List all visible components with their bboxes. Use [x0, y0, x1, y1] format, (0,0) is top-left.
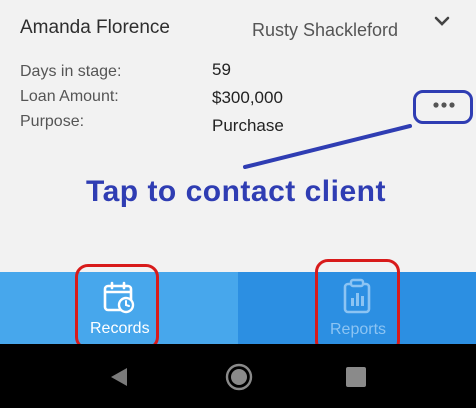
days-in-stage-value: 59 — [212, 60, 231, 79]
home-icon[interactable] — [224, 362, 254, 392]
tap-to-contact-annotation: Tap to contact client — [86, 175, 386, 208]
purpose-label: Purpose: — [20, 113, 85, 130]
more-options-icon[interactable] — [431, 96, 457, 114]
days-in-stage-label: Days in stage: — [20, 63, 122, 80]
pipeline-card[interactable]: Amanda Florence Rusty Shackleford Days i… — [0, 0, 476, 272]
purpose-value: Purchase — [212, 116, 284, 135]
chevron-down-icon[interactable] — [432, 12, 452, 32]
loan-amount-label: Loan Amount: — [20, 88, 119, 105]
reports-highlight — [315, 259, 400, 354]
agent-name: Rusty Shackleford — [252, 20, 399, 40]
client-name: Amanda Florence — [20, 17, 170, 38]
back-icon[interactable] — [108, 366, 130, 388]
system-navigation-bar — [0, 344, 476, 408]
bottom-navigation: Records Reports — [0, 272, 476, 344]
annotation-arrow — [243, 124, 412, 169]
loan-amount-value: $300,000 — [212, 88, 283, 107]
records-highlight — [75, 264, 159, 350]
recents-icon[interactable] — [345, 366, 367, 388]
